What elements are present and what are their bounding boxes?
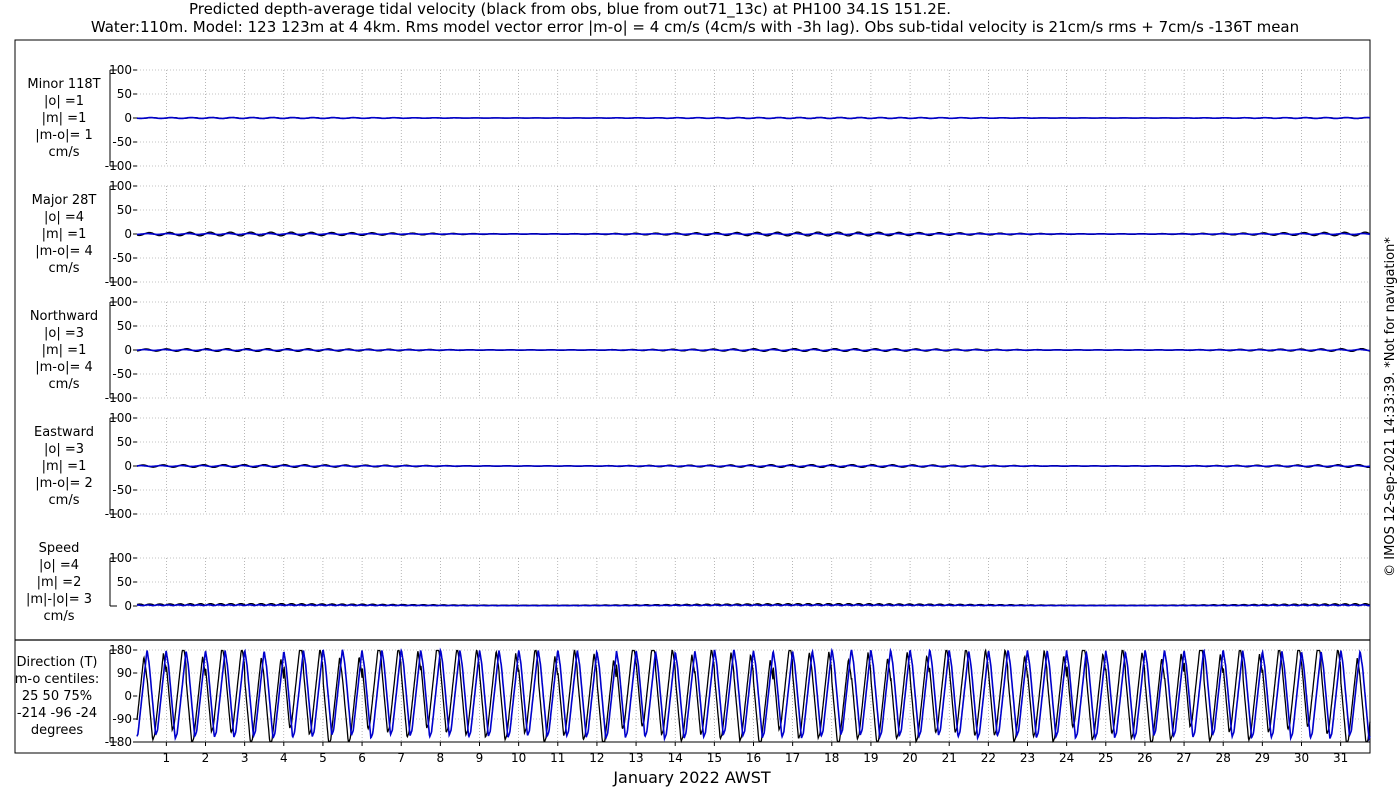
panel-label-line: |m| =1 (41, 227, 87, 242)
panel-label-line: m-o centiles: (14, 672, 100, 687)
panel-label: Eastward |o| =3 |m| =1 |m-o|= 2 cm/s (14, 424, 114, 509)
x-tick-label: 21 (942, 751, 957, 765)
x-tick-label: 30 (1294, 751, 1309, 765)
y-tick-label: 0 (124, 459, 132, 473)
panel-label-line: |m-o|= 4 (35, 360, 93, 375)
x-axis-title: January 2022 AWST (613, 768, 771, 787)
panel-label-line: |m| =1 (41, 111, 87, 126)
panel-label-line: |m|-|o|= 3 (25, 592, 93, 607)
panel-label-line: Eastward (33, 425, 95, 440)
panel-label-line: |o| =1 (43, 94, 84, 109)
y-tick-label: -100 (105, 391, 132, 405)
panel-label-line: |o| =4 (43, 210, 84, 225)
model-series-line (136, 348, 1370, 352)
x-tick-label: 2 (202, 751, 210, 765)
x-tick-label: 15 (707, 751, 722, 765)
x-tick-label: 7 (397, 751, 405, 765)
y-tick-label: -100 (105, 159, 132, 173)
panel-label-line: |o| =3 (43, 442, 84, 457)
x-tick-label: 18 (824, 751, 839, 765)
y-tick-label: 0 (124, 689, 132, 703)
panel-label: Minor 118T |o| =1 |m| =1 |m-o|= 1 cm/s (14, 76, 114, 161)
panel-label-line: |m| =2 (36, 575, 82, 590)
y-tick-label: -100 (105, 507, 132, 521)
x-tick-label: 4 (280, 751, 288, 765)
panel-label-line: cm/s (43, 609, 75, 624)
panel-label-line: |m-o|= 2 (35, 476, 93, 491)
model-series-line (136, 603, 1371, 607)
x-tick-label: 23 (1020, 751, 1035, 765)
y-tick-label: -50 (112, 367, 132, 381)
y-tick-label: 50 (117, 319, 132, 333)
x-tick-label: 10 (511, 751, 526, 765)
panel-label-line: Speed (38, 541, 80, 556)
panel-label-line: |m| =1 (41, 343, 87, 358)
x-tick-label: 5 (319, 751, 327, 765)
y-tick-label: -90 (112, 712, 132, 726)
panel-label-line: Minor 118T (27, 77, 101, 92)
panel-label-line: Northward (29, 309, 99, 324)
y-tick-label: -50 (112, 251, 132, 265)
y-tick-label: 50 (117, 203, 132, 217)
model-series-line (137, 232, 1371, 236)
panel-label-line: Major 28T (31, 193, 97, 208)
x-tick-label: 31 (1333, 751, 1348, 765)
x-tick-label: 14 (668, 751, 683, 765)
panel-label-line: |m-o|= 4 (35, 244, 93, 259)
panel-label-line: |m-o|= 1 (35, 128, 93, 143)
model-series-line (136, 116, 1371, 120)
tidal-velocity-chart: 100500-50-100100500-50-100100500-50-1001… (14, 39, 1371, 765)
y-tick-label: 90 (117, 666, 132, 680)
x-tick-label: 13 (628, 751, 643, 765)
y-tick-label: -100 (105, 275, 132, 289)
panel-label-line: 25 50 75% (21, 689, 93, 704)
panel-label-line: |o| =3 (43, 326, 84, 341)
figure-frame (14, 39, 1371, 754)
panel-label-line: cm/s (48, 145, 80, 160)
y-tick-label: 0 (124, 227, 132, 241)
x-tick-label: 28 (1216, 751, 1231, 765)
y-tick-label: -50 (112, 483, 132, 497)
x-tick-label: 17 (785, 751, 800, 765)
y-tick-label: -180 (105, 735, 132, 749)
panel-label-line: cm/s (48, 261, 80, 276)
x-tick-label: 27 (1176, 751, 1191, 765)
y-tick-label: 0 (124, 343, 132, 357)
y-tick-label: 50 (117, 575, 132, 589)
x-tick-label: 9 (476, 751, 484, 765)
x-tick-label: 16 (746, 751, 761, 765)
panel-label-line: |o| =4 (38, 558, 79, 573)
x-tick-label: 29 (1255, 751, 1270, 765)
x-tick-label: 22 (981, 751, 996, 765)
x-tick-label: 12 (589, 751, 604, 765)
y-tick-label: 50 (117, 435, 132, 449)
x-tick-label: 6 (358, 751, 366, 765)
panel-label-line: |m| =1 (41, 459, 87, 474)
x-tick-label: 3 (241, 751, 249, 765)
panel-label-line: degrees (30, 723, 84, 738)
x-tick-label: 1 (163, 751, 171, 765)
panel-label-line: cm/s (48, 493, 80, 508)
x-tick-label: 25 (1098, 751, 1113, 765)
y-tick-label: 50 (117, 87, 132, 101)
panel-label-line: Direction (T) (16, 655, 98, 670)
y-tick-label: 0 (124, 111, 132, 125)
credit-note: © IMOS 12-Sep-2021 14:33:39. *Not for na… (1383, 237, 1398, 577)
x-tick-label: 11 (550, 751, 565, 765)
panel-label-line: -214 -96 -24 (16, 706, 98, 721)
x-tick-label: 24 (1059, 751, 1074, 765)
x-tick-label: 19 (863, 751, 878, 765)
model-series-line (136, 464, 1371, 468)
panel-label: Speed |o| =4 |m| =2 |m|-|o|= 3 cm/s (9, 540, 109, 625)
y-tick-label: -50 (112, 135, 132, 149)
panel-label-line: cm/s (48, 377, 80, 392)
x-tick-label: 20 (902, 751, 917, 765)
panel-label: Direction (T) m-o centiles: 25 50 75% -214 … (7, 654, 107, 739)
y-tick-label: 0 (124, 599, 132, 613)
x-tick-label: 8 (437, 751, 445, 765)
x-tick-label: 26 (1137, 751, 1152, 765)
panel-label: Northward |o| =3 |m| =1 |m-o|= 4 cm/s (14, 308, 114, 393)
panel-label: Major 28T |o| =4 |m| =1 |m-o|= 4 cm/s (14, 192, 114, 277)
